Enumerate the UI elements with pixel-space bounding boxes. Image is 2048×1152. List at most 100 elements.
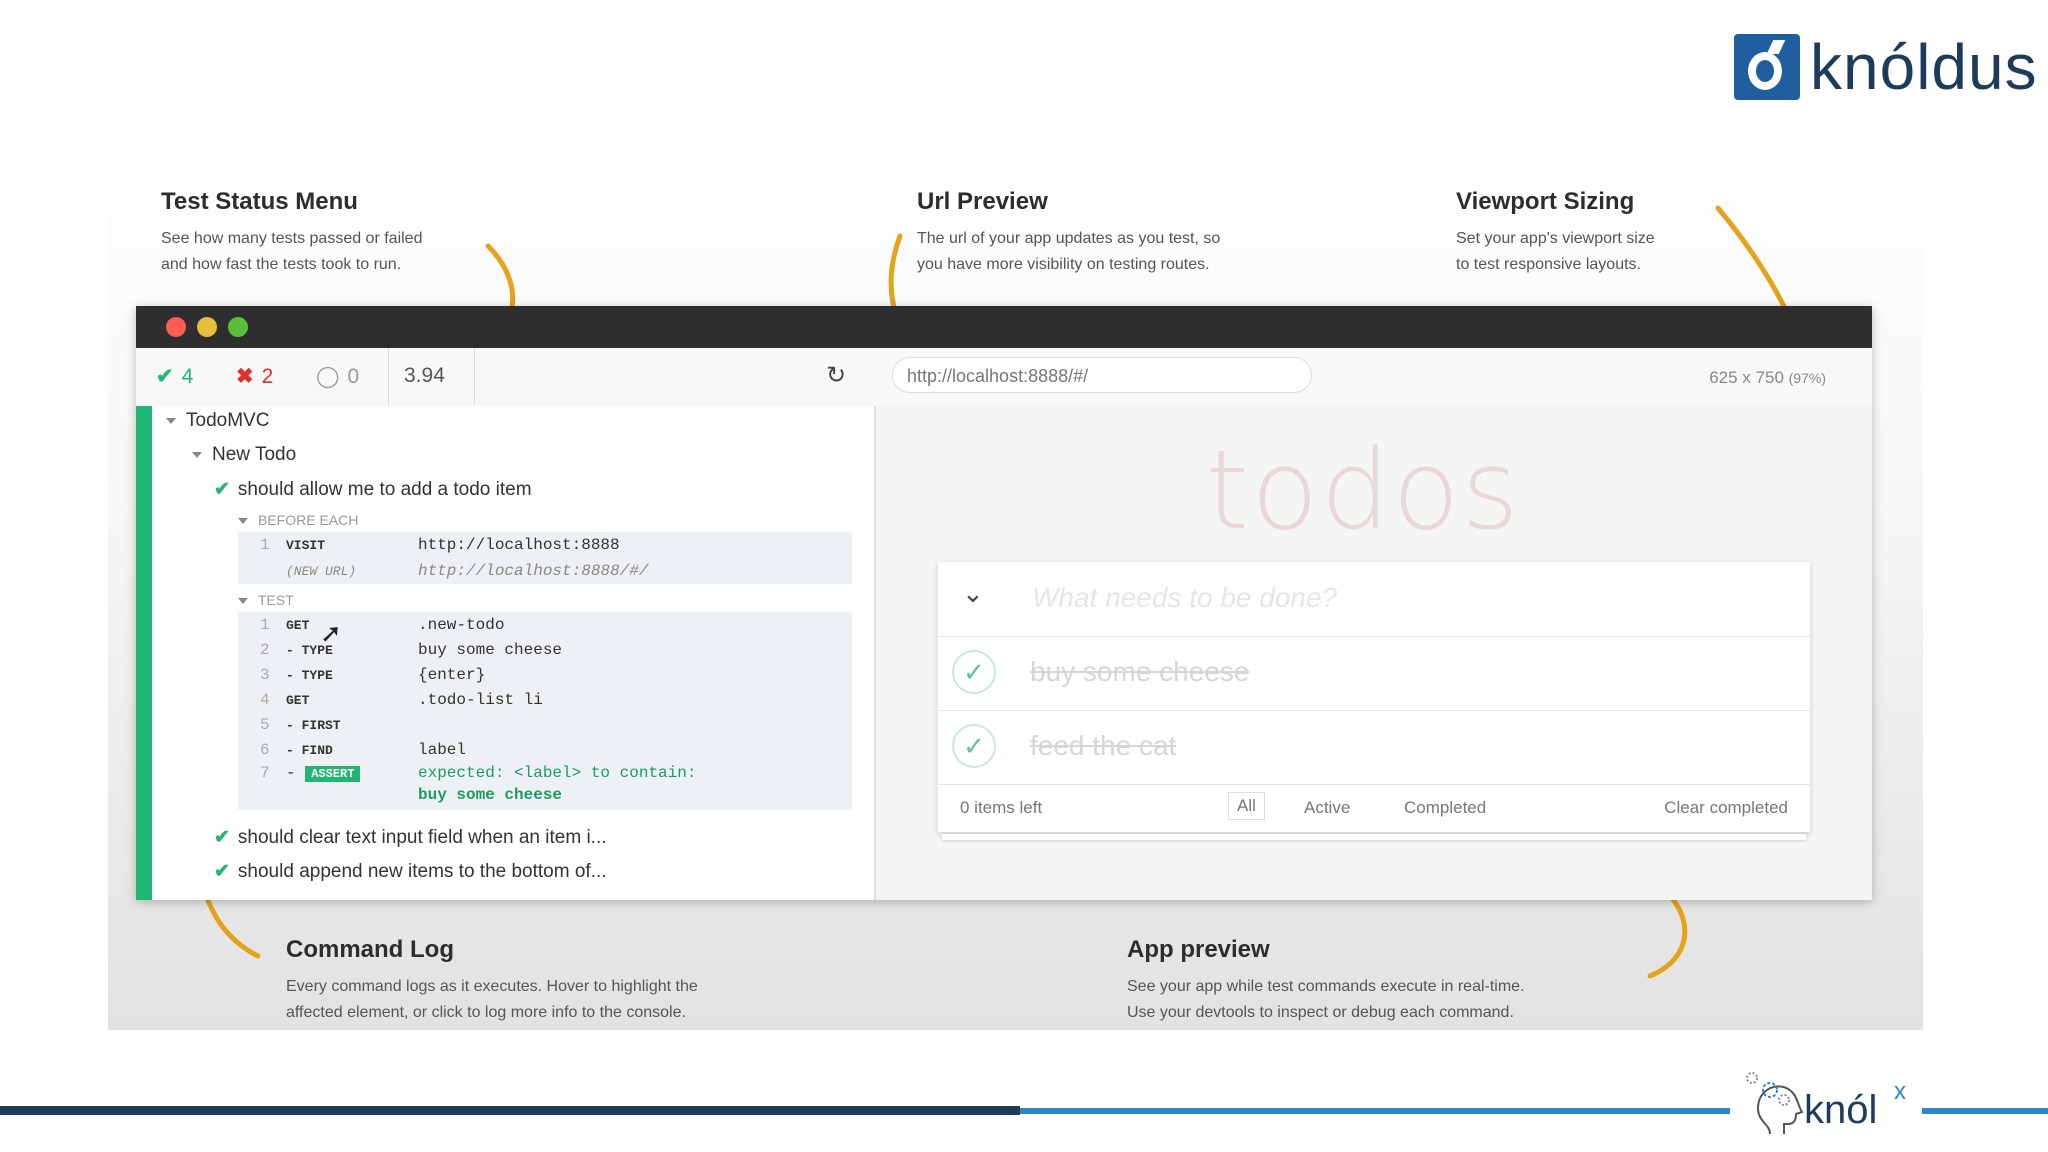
knoldus-logo: knóldus [1734, 32, 2038, 102]
command-arg: .todo-list li [418, 691, 543, 709]
knolx-logo: knól x [1730, 1058, 1922, 1152]
command-name: - ASSERT [286, 764, 418, 782]
viewport-size: 625 x 750 (97%) [1709, 368, 1826, 388]
todos-heading: todos [1206, 426, 1521, 554]
command-row[interactable]: 4 GET .todo-list li [260, 691, 543, 709]
cross-icon: ✖ [236, 365, 254, 388]
pending-count[interactable]: ◯ 0 [316, 364, 359, 389]
command-number: 3 [260, 666, 270, 684]
new-todo-input[interactable]: What needs to be done? [1032, 582, 1337, 614]
passed-count[interactable]: ✔ 4 [156, 364, 193, 389]
todo-item[interactable]: ✓ feed the cat [938, 710, 1810, 785]
command-number: 6 [260, 741, 270, 759]
maximize-window-icon[interactable] [228, 317, 248, 337]
clear-completed-button[interactable]: Clear completed [1664, 798, 1788, 818]
hook-label: TEST [258, 592, 294, 608]
close-window-icon[interactable] [166, 317, 186, 337]
command-arg: .new-todo [418, 616, 505, 634]
cypress-runner-window: ✔ 4 ✖ 2 ◯ 0 3.94 ↻ http://localhost:8888… [136, 306, 1872, 900]
viewport-dimensions: 625 x 750 [1709, 368, 1784, 387]
collapse-caret-icon [238, 598, 248, 605]
collapse-caret-icon [166, 417, 176, 424]
hook-label: BEFORE EACH [258, 512, 359, 528]
filter-active[interactable]: Active [1304, 798, 1350, 818]
circle-icon: ◯ [316, 365, 340, 388]
test-item[interactable]: ✔ should clear text input field when an i… [214, 826, 607, 849]
command-arg: label [418, 741, 467, 759]
command-number: 2 [260, 641, 270, 659]
checked-icon[interactable]: ✓ [952, 724, 996, 768]
suite-todomvc[interactable]: TodoMVC [166, 410, 269, 432]
new-todo-row: ⌄ What needs to be done? [938, 562, 1810, 637]
knolx-superscript: x [1894, 1078, 1906, 1105]
command-row[interactable]: (NEW URL) http://localhost:8888/#/ [260, 562, 648, 580]
duration: 3.94 [404, 364, 445, 387]
assert-message: expected: <label> to contain: [418, 764, 697, 782]
before-each-header[interactable]: BEFORE EACH [238, 512, 358, 528]
footer-line-dark [0, 1106, 1020, 1115]
suite-new-todo[interactable]: New Todo [192, 444, 296, 466]
command-row[interactable]: 1 VISIT http://localhost:8888 [260, 536, 620, 554]
suite-label: TodoMVC [186, 410, 270, 431]
checked-icon[interactable]: ✓ [952, 650, 996, 694]
assert-message-detail: buy some cheese [418, 786, 563, 804]
runner-toolbar: ✔ 4 ✖ 2 ◯ 0 3.94 ↻ http://localhost:8888… [136, 348, 1872, 407]
command-number: 4 [260, 691, 270, 709]
window-titlebar [136, 306, 1872, 348]
command-arg: {enter} [418, 666, 486, 684]
test-title: should allow me to add a todo item [237, 479, 532, 500]
command-arg: http://localhost:8888/#/ [418, 562, 649, 580]
pass-status-bar [136, 406, 152, 900]
command-number: 5 [260, 716, 270, 734]
collapse-caret-icon [192, 451, 202, 458]
reload-icon[interactable]: ↻ [826, 361, 846, 390]
assert-badge: ASSERT [305, 766, 361, 782]
command-row[interactable]: 2 - TYPE buy some cheese [260, 641, 562, 659]
failed-count[interactable]: ✖ 2 [236, 364, 273, 389]
command-row[interactable]: 6 - FIND label [260, 741, 466, 759]
test-title: should append new items to the bottom of… [237, 861, 607, 882]
todo-footer: 0 items left All Active Completed Clear … [938, 784, 1810, 832]
command-name: GET [286, 618, 310, 633]
app-preview: todos ⌄ What needs to be done? ✓ buy som… [876, 406, 1872, 900]
passed-value: 4 [181, 364, 194, 388]
knoldus-logo-icon [1734, 34, 1800, 100]
check-icon: ✔ [156, 365, 174, 388]
failed-value: 2 [261, 364, 274, 388]
command-arg: buy some cheese [418, 641, 563, 659]
viewport-scale: (97%) [1788, 370, 1826, 386]
command-number: 7 [260, 764, 270, 782]
collapse-caret-icon [238, 518, 248, 525]
command-number: 1 [260, 536, 270, 554]
filter-all[interactable]: All [1228, 792, 1265, 820]
command-name: - FIND [286, 743, 333, 758]
test-header[interactable]: TEST [238, 592, 294, 608]
items-left: 0 items left [960, 798, 1043, 817]
command-arg: http://localhost:8888 [418, 536, 620, 554]
todo-item[interactable]: ✓ buy some cheese [938, 636, 1810, 711]
suite-label: New Todo [212, 444, 297, 465]
command-row[interactable]: 5 - FIRST [260, 716, 418, 734]
command-name: - FIRST [286, 718, 341, 733]
check-icon: ✔ [214, 479, 230, 500]
head-gears-icon [1746, 1072, 1804, 1135]
toggle-all-icon[interactable]: ⌄ [962, 578, 984, 609]
command-name: - TYPE [286, 643, 333, 658]
url-preview[interactable]: http://localhost:8888/#/ [892, 357, 1312, 393]
command-row[interactable]: 3 - TYPE {enter} [260, 666, 485, 684]
check-icon: ✔ [214, 861, 230, 882]
command-name: VISIT [286, 538, 326, 553]
mouse-cursor-icon: ➚ [320, 618, 342, 648]
filter-completed[interactable]: Completed [1404, 798, 1486, 818]
command-name: (NEW URL) [286, 564, 357, 579]
pending-value: 0 [347, 364, 360, 388]
test-item[interactable]: ✔ should append new items to the bottom o… [214, 860, 607, 883]
test-item[interactable]: ✔ should allow me to add a todo item [214, 478, 532, 501]
command-row[interactable]: 1 GET .new-todo [260, 616, 504, 634]
command-row-assert[interactable]: 7 - ASSERT expected: <label> to contain: [260, 764, 696, 782]
command-log: TodoMVC New Todo ✔ should allow me to add… [136, 406, 876, 900]
todo-label: feed the cat [1030, 730, 1177, 761]
minimize-window-icon[interactable] [197, 317, 217, 337]
test-title: should clear text input field when an it… [237, 827, 607, 848]
todo-app: ⌄ What needs to be done? ✓ buy some chee… [938, 562, 1810, 832]
